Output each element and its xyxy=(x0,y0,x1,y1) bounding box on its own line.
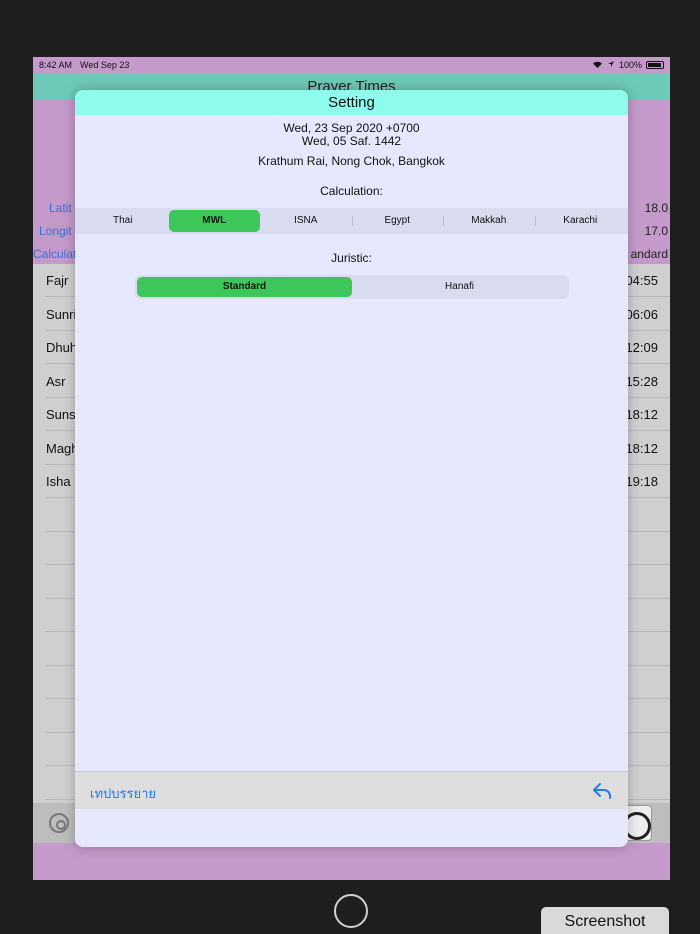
date-block: Wed, 23 Sep 2020 +0700 Wed, 05 Saf. 1442 xyxy=(75,122,628,148)
location-icon xyxy=(607,60,615,70)
modal-footer: เทปบรรยาย xyxy=(75,771,628,809)
prayer-name: Asr xyxy=(46,374,66,389)
battery-icon xyxy=(646,61,664,69)
calc-option-thai[interactable]: Thai xyxy=(77,210,169,232)
prayer-time: 04:55 xyxy=(625,273,658,288)
juristic-segmented-control: Standard Hanafi xyxy=(135,275,569,299)
bg-calc-value: andard xyxy=(630,247,668,261)
juristic-label: Juristic: xyxy=(331,251,372,265)
bg-latitude-value: 18.0 xyxy=(644,201,668,215)
bg-longitude-label: Longit xyxy=(39,224,72,238)
home-button[interactable] xyxy=(334,894,368,928)
wifi-icon xyxy=(592,60,603,71)
calc-option-makkah[interactable]: Makkah xyxy=(443,210,535,232)
prayer-name: Dhuh xyxy=(46,340,78,355)
reply-back-icon[interactable] xyxy=(592,782,612,800)
status-date: Wed Sep 23 xyxy=(80,60,130,70)
prayer-time: 15:28 xyxy=(625,374,658,389)
calc-option-egypt[interactable]: Egypt xyxy=(351,210,444,232)
bg-latitude-label: Latit xyxy=(49,201,72,215)
prayer-name: Isha xyxy=(46,474,71,489)
calc-option-isna[interactable]: ISNA xyxy=(260,210,352,232)
bg-longitude-value: 17.0 xyxy=(644,224,668,238)
status-time: 8:42 AM xyxy=(39,60,73,70)
lecture-tapes-link[interactable]: เทปบรรยาย xyxy=(90,783,156,804)
juristic-option-standard[interactable]: Standard xyxy=(137,277,352,297)
settings-modal: Setting Wed, 23 Sep 2020 +0700 Wed, 05 S… xyxy=(75,90,628,847)
modal-title: Setting xyxy=(75,90,628,115)
gear-icon[interactable] xyxy=(49,813,69,833)
prayer-name: Sunri xyxy=(46,307,77,322)
juristic-option-hanafi[interactable]: Hanafi xyxy=(352,277,567,297)
calculation-label: Calculation: xyxy=(320,184,383,198)
prayer-name: Fajr xyxy=(46,273,69,288)
location-text: Krathum Rai, Nong Chok, Bangkok xyxy=(258,154,445,168)
prayer-time: 06:06 xyxy=(625,307,658,322)
hijri-date: Wed, 05 Saf. 1442 xyxy=(301,134,402,148)
device-frame: 8:42 AM Wed Sep 23 100% Prayer Times Lat… xyxy=(0,0,700,934)
prayer-time: 18:12 xyxy=(625,441,658,456)
prayer-time: 18:12 xyxy=(625,407,658,422)
bg-calc-label: Calculat xyxy=(33,247,77,261)
prayer-time: 19:18 xyxy=(625,474,658,489)
calc-option-karachi[interactable]: Karachi xyxy=(534,210,627,232)
status-bar: 8:42 AM Wed Sep 23 100% xyxy=(33,57,670,73)
status-right: 100% xyxy=(592,60,664,71)
calc-option-mwl[interactable]: MWL xyxy=(168,210,260,232)
prayer-name: Magh xyxy=(46,441,79,456)
prayer-time: 12:09 xyxy=(625,340,658,355)
prayer-name: Suns xyxy=(46,407,76,422)
calculation-segmented-control: Thai MWL ISNA Egypt Makkah Karachi xyxy=(75,208,628,234)
battery-percent: 100% xyxy=(618,60,642,70)
screenshot-label: Screenshot xyxy=(541,907,669,934)
